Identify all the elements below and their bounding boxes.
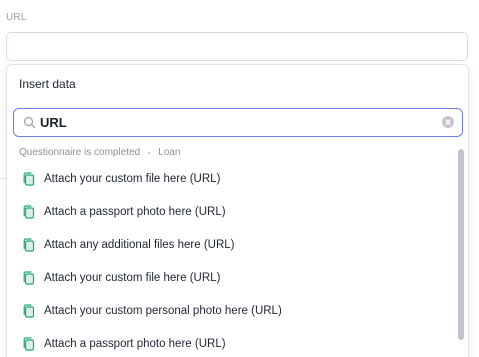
search-input[interactable]: URL [13, 108, 463, 137]
breadcrumb: Questionnaire is completed Loan [19, 147, 180, 158]
list-item-label: Attach your custom personal photo here (… [44, 304, 282, 317]
list-item[interactable]: Attach your custom personal photo here (… [7, 294, 455, 327]
search-icon [23, 116, 36, 129]
list-item[interactable]: Attach your custom file here (URL) [7, 261, 455, 294]
list-item[interactable]: Attach your custom file here (URL) [7, 162, 455, 195]
file-icon [23, 336, 35, 351]
list-item-label: Attach your custom file here (URL) [44, 271, 221, 284]
list-item-label: Attach any additional files here (URL) [44, 238, 235, 251]
insert-data-page: URL Insert data URL Questionnaire is com… [0, 0, 479, 357]
url-field-label: URL [6, 12, 27, 23]
list-item-label: Attach your custom file here (URL) [44, 172, 221, 185]
list-item[interactable]: Attach any additional files here (URL) [7, 228, 455, 261]
close-icon [445, 119, 451, 125]
file-icon [23, 237, 35, 252]
list-item-label: Attach a passport photo here (URL) [44, 205, 226, 218]
list-item[interactable]: Attach a passport photo here (URL) [7, 195, 455, 228]
breadcrumb-item: Questionnaire is completed [19, 147, 141, 158]
file-icon [23, 270, 35, 285]
data-field-list: Attach your custom file here (URL) Attac… [7, 162, 455, 357]
file-icon [23, 204, 35, 219]
breadcrumb-item: Loan [158, 147, 181, 158]
insert-data-dropdown: Insert data URL Questionnaire is complet… [6, 64, 469, 357]
dropdown-title: Insert data [19, 77, 76, 91]
breadcrumb-separator [148, 151, 151, 154]
list-item[interactable]: Attach a passport photo here (URL) [7, 327, 455, 357]
list-item-label: Attach a passport photo here (URL) [44, 337, 226, 350]
url-input[interactable] [6, 32, 468, 61]
scrollbar[interactable] [458, 149, 464, 340]
search-query: URL [40, 115, 67, 130]
file-icon [23, 303, 35, 318]
clear-search-button[interactable] [442, 116, 454, 128]
file-icon [23, 171, 35, 186]
